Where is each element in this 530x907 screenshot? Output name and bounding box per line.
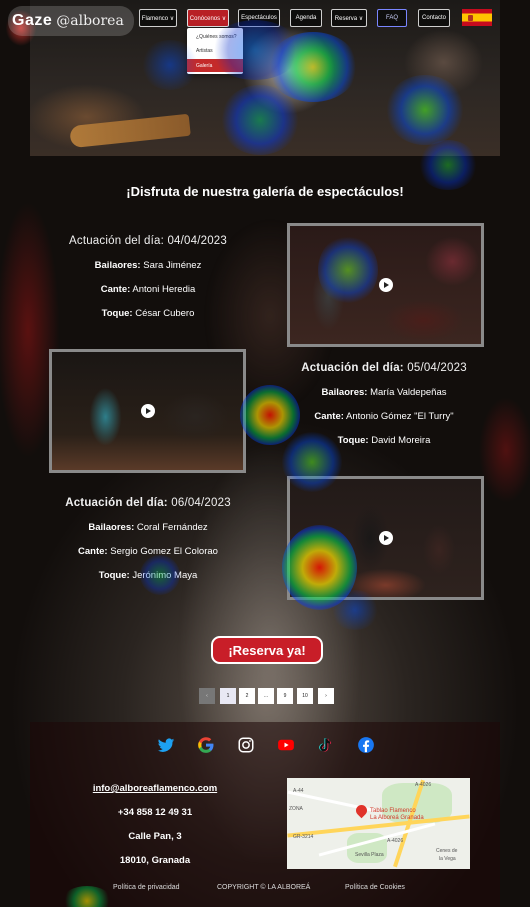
gallery-title: ¡Disfruta de nuestra galería de espectác… — [126, 184, 404, 199]
contact-info: info@alboreaflamenco.com +34 858 12 49 3… — [60, 783, 250, 879]
event-date-label: Actuación del día: — [65, 497, 168, 509]
google-icon[interactable] — [197, 736, 215, 754]
map-label: la Vega — [439, 856, 456, 862]
map-label: A-4026 — [387, 838, 404, 844]
instagram-icon[interactable] — [237, 736, 255, 754]
event-date: 04/04/2023 — [167, 235, 227, 247]
spain-flag-icon[interactable] — [462, 9, 492, 26]
privacy-link[interactable]: Política de privacidad — [113, 884, 180, 891]
event-date: 05/04/2023 — [407, 362, 467, 374]
guitar-shape — [69, 113, 191, 149]
pagination: ‹ 1 2 ... 9 10 › — [0, 688, 530, 704]
map-label: ZONA — [289, 806, 303, 812]
nav-flamenco[interactable]: Flamenco ∨ — [139, 9, 177, 27]
event-3-video[interactable] — [287, 476, 484, 600]
play-icon[interactable] — [140, 404, 155, 418]
pagination-next[interactable]: › — [318, 688, 334, 704]
pagination-page-9[interactable]: 9 — [277, 688, 293, 704]
contact-email[interactable]: info@alboreaflamenco.com — [60, 783, 250, 807]
youtube-icon[interactable] — [277, 736, 295, 754]
twitter-icon[interactable] — [157, 736, 175, 754]
dropdown-item-galeria[interactable]: Galería — [187, 59, 243, 72]
event-2-video[interactable] — [49, 349, 246, 473]
nav-faq[interactable]: FAQ — [377, 9, 407, 27]
nav-espectaculos[interactable]: Espectáculos — [238, 9, 280, 27]
pagination-page-10[interactable]: 10 — [297, 688, 313, 704]
event-2-details: Actuación del día: 05/04/2023 Bailaores:… — [284, 362, 484, 446]
event-date: 06/04/2023 — [171, 497, 231, 509]
facebook-icon[interactable] — [357, 736, 375, 754]
tiktok-icon[interactable] — [317, 736, 335, 754]
event-singer: Cante: Antoni Heredia — [100, 284, 196, 295]
event-singer: Cante: Sergio Gomez El Colorao — [78, 546, 218, 557]
contact-phone[interactable]: +34 858 12 49 31 — [60, 807, 250, 831]
reserve-button[interactable]: ¡Reserva ya! — [211, 636, 323, 664]
event-3-details: Actuación del día: 06/04/2023 Bailaores:… — [48, 497, 248, 581]
nav-reserva[interactable]: Reserva ∨ — [331, 9, 367, 27]
dropdown-item-artistas[interactable]: Artistas — [187, 44, 243, 57]
event-guitar: Toque: César Cubero — [101, 308, 195, 319]
map-label: Sevilla Plaza — [355, 852, 384, 858]
event-date-line: Actuación del día: 05/04/2023 — [284, 362, 484, 374]
play-icon[interactable] — [378, 531, 393, 545]
event-guitar: Toque: David Moreira — [337, 435, 431, 446]
event-date-line: Actuación del día: 06/04/2023 — [48, 497, 248, 509]
event-dancers: Bailaores: María Valdepeñas — [321, 387, 447, 398]
event-dancers: Bailaores: Sara Jiménez — [94, 260, 202, 271]
map-label: A-44 — [293, 788, 304, 794]
nav-contacto[interactable]: Contacto — [418, 9, 450, 27]
main-nav: Flamenco ∨ Conócenos ∨ Espectáculos Agen… — [0, 9, 530, 29]
pagination-page-2[interactable]: 2 — [239, 688, 255, 704]
nav-conocenos[interactable]: Conócenos ∨ — [187, 9, 229, 27]
event-date-label: Actuación del día: — [301, 362, 404, 374]
event-date-line: Actuación del día: 04/04/2023 — [48, 235, 248, 247]
pagination-prev[interactable]: ‹ — [199, 688, 215, 704]
nav-agenda[interactable]: Agenda — [290, 9, 322, 27]
copyright-text: COPYRIGHT © LA ALBOREÁ — [217, 884, 311, 891]
contact-city: 18010, Granada — [119, 855, 191, 866]
map-label: GR-3214 — [293, 834, 314, 840]
social-links — [0, 736, 530, 754]
play-icon[interactable] — [378, 278, 393, 292]
map-place-label: Tablao Flamenco La Alboreá Granada — [370, 808, 424, 821]
contact-address: Calle Pan, 3 — [128, 831, 182, 842]
map-label: A-4026 — [415, 782, 432, 788]
cookies-link[interactable]: Política de Cookies — [345, 884, 405, 891]
event-singer: Cante: Antonio Gómez "El Turry" — [314, 411, 454, 422]
dropdown-item-quienes-somos[interactable]: ¿Quiénes somos? — [187, 30, 243, 43]
legal-links: Política de privacidad COPYRIGHT © LA AL… — [0, 884, 530, 896]
map-label: Cenes de — [436, 848, 458, 854]
location-map[interactable]: A-4026 A-44 ZONA GR-3214 Sevilla Plaza C… — [287, 778, 470, 869]
event-date-label: Actuación del día: — [69, 235, 165, 247]
event-1-video[interactable] — [287, 223, 484, 347]
conocenos-dropdown: ¿Quiénes somos? Artistas Galería — [187, 28, 243, 74]
event-1-details: Actuación del día: 04/04/2023 Bailaores:… — [48, 235, 248, 319]
pagination-page-1[interactable]: 1 — [220, 688, 236, 704]
pagination-ellipsis: ... — [258, 688, 274, 704]
event-guitar: Toque: Jerónimo Maya — [98, 570, 198, 581]
event-dancers: Bailaores: Coral Fernández — [88, 522, 208, 533]
